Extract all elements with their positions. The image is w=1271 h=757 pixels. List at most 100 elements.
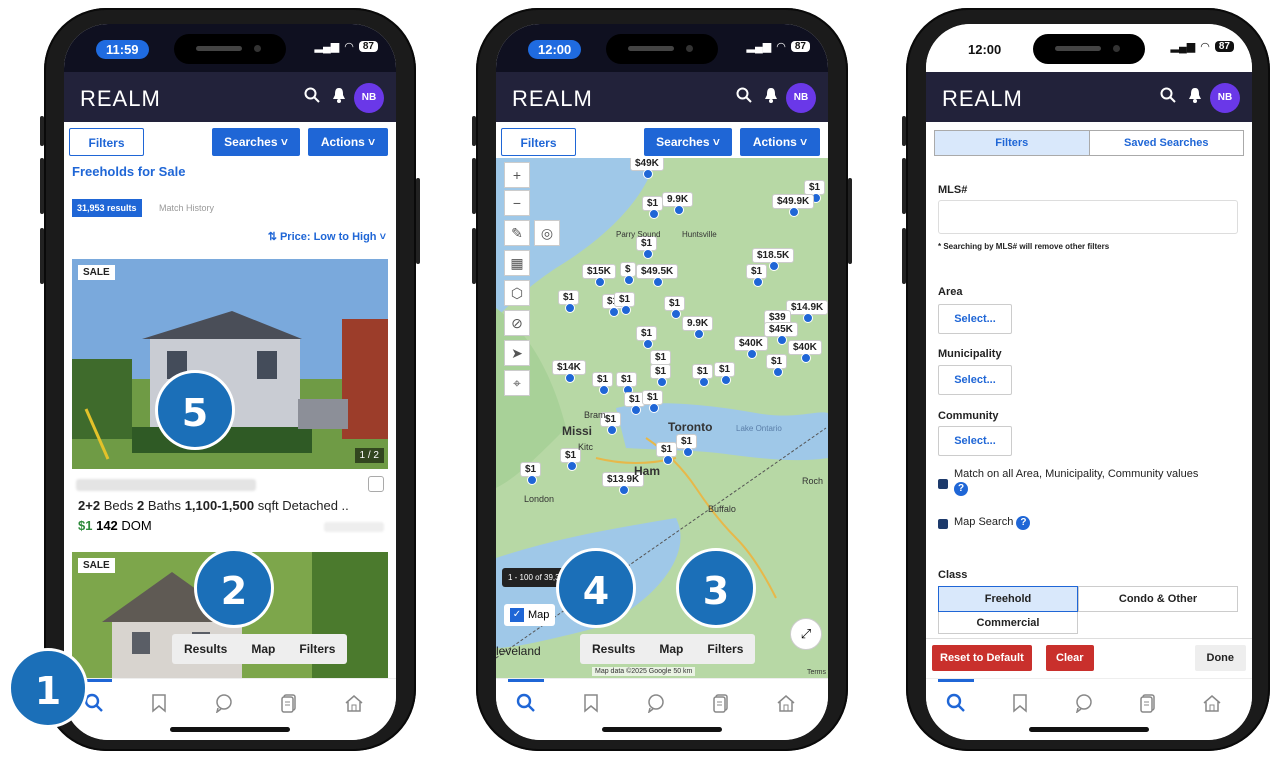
match-all-checkbox[interactable] <box>938 479 948 489</box>
map-pin[interactable]: $1 <box>676 434 698 457</box>
fullscreen-icon[interactable]: ⤢ <box>790 618 822 650</box>
map-pin[interactable]: $1 <box>656 442 678 465</box>
map-pin[interactable]: $18.5K <box>752 248 795 271</box>
bell-icon[interactable] <box>332 87 346 108</box>
realm-logo-2[interactable]: REALM <box>512 86 593 112</box>
clear-button[interactable]: Clear <box>1046 645 1094 671</box>
class-commercial-option[interactable]: Commercial <box>938 612 1078 634</box>
help-icon[interactable]: ? <box>1016 516 1031 530</box>
map-search-toggle[interactable]: ✓ Map <box>504 604 556 626</box>
documents-tab-icon[interactable] <box>277 693 301 717</box>
map-pin[interactable]: $ <box>620 262 636 285</box>
map-search-checkbox[interactable] <box>938 519 948 529</box>
actions-button-2[interactable]: Actions ˅ <box>740 128 820 156</box>
bell-icon[interactable] <box>1188 87 1202 108</box>
map-pin[interactable]: $1 <box>766 354 788 377</box>
zoom-in-button[interactable]: + <box>504 162 530 188</box>
results-view-button[interactable]: Results <box>172 634 239 664</box>
map-pin[interactable]: $1 <box>804 180 826 203</box>
draw-icon[interactable]: ✎ <box>504 220 530 246</box>
map-pin[interactable]: $49K <box>630 158 664 179</box>
class-condo-option[interactable]: Condo & Other <box>1078 586 1238 612</box>
search-tab-icon[interactable] <box>944 693 968 717</box>
map-pin[interactable]: 9.9K <box>662 192 694 215</box>
mls-input[interactable] <box>938 200 1238 234</box>
map-pin[interactable]: $49.5K <box>636 264 679 287</box>
avatar[interactable]: NB <box>354 83 384 113</box>
realm-logo-3[interactable]: REALM <box>942 86 1023 112</box>
class-freehold-option[interactable]: Freehold <box>938 586 1078 612</box>
bookmark-tab-icon[interactable] <box>147 693 171 717</box>
sort-dropdown[interactable]: ⇅ Price: Low to High ˅ <box>268 230 386 243</box>
match-history-tab[interactable]: Match History <box>154 199 219 217</box>
map-pin[interactable]: $14K <box>552 360 586 383</box>
bell-icon[interactable] <box>764 87 778 108</box>
search-icon[interactable] <box>1160 87 1176 108</box>
map-view-button[interactable]: Map <box>239 634 287 664</box>
map-pin[interactable]: $1 <box>520 462 542 485</box>
filters-view-button[interactable]: Filters <box>695 634 755 664</box>
municipality-select[interactable]: Select... <box>938 365 1012 395</box>
filters-button[interactable]: Filters <box>69 128 144 156</box>
map-pin[interactable]: $40K <box>734 336 768 359</box>
home-tab-icon[interactable] <box>1200 693 1224 717</box>
map-pin[interactable]: $40K <box>788 340 822 363</box>
done-button[interactable]: Done <box>1194 645 1246 671</box>
map-terms-link[interactable]: Terms <box>807 669 826 676</box>
map-view[interactable]: $49K $1 9.9K $1 $49.9K $1 $18.5K $1 $15K… <box>496 158 828 678</box>
ban-icon[interactable]: ⊘ <box>504 310 530 336</box>
map-pin[interactable]: $45K <box>764 322 798 345</box>
bookmark-tab-icon[interactable] <box>1008 693 1032 717</box>
filters-button-2[interactable]: Filters <box>501 128 576 156</box>
layers-icon[interactable]: ▦ <box>504 250 530 276</box>
community-select[interactable]: Select... <box>938 426 1012 456</box>
results-view-button[interactable]: Results <box>580 634 647 664</box>
map-pin[interactable]: $1 <box>692 364 714 387</box>
documents-tab-icon[interactable] <box>1136 693 1160 717</box>
chat-tab-icon[interactable] <box>212 693 236 717</box>
polygon-icon[interactable]: ⬡ <box>504 280 530 306</box>
chat-tab-icon[interactable] <box>644 693 668 717</box>
map-pin[interactable]: $1 <box>636 326 658 349</box>
filters-view-button[interactable]: Filters <box>287 634 347 664</box>
reset-to-default-button[interactable]: Reset to Default <box>932 645 1032 671</box>
searches-button-2[interactable]: Searches ˅ <box>644 128 732 156</box>
map-pin[interactable]: $14.9K <box>786 300 828 323</box>
help-icon[interactable]: ? <box>954 482 968 496</box>
map-view-button[interactable]: Map <box>647 634 695 664</box>
map-pin[interactable]: $1 <box>642 196 664 219</box>
navigate-icon[interactable]: ➤ <box>504 340 530 366</box>
map-pin[interactable]: 9.9K <box>682 316 714 339</box>
home-tab-icon[interactable] <box>774 693 798 717</box>
map-pin[interactable]: $1 <box>664 296 686 319</box>
map-pin[interactable]: $1 <box>616 372 638 395</box>
select-listing-checkbox[interactable] <box>368 476 384 492</box>
results-count-badge[interactable]: 31,953 results <box>72 199 142 217</box>
map-pin[interactable]: $1 <box>592 372 614 395</box>
pin-icon[interactable]: ⌖ <box>504 370 530 396</box>
actions-button[interactable]: Actions ˅ <box>308 128 388 156</box>
search-tab-icon[interactable] <box>514 693 538 717</box>
tab-saved-searches[interactable]: Saved Searches <box>1089 131 1243 155</box>
bookmark-tab-icon[interactable] <box>579 693 603 717</box>
zoom-out-button[interactable]: − <box>504 190 530 216</box>
map-pin[interactable]: $1 <box>642 390 664 413</box>
map-pin[interactable]: $49.9K <box>772 194 815 217</box>
map-pin[interactable]: $1 <box>558 290 580 313</box>
map-pin[interactable]: $1 <box>746 264 768 287</box>
listing-photo[interactable]: SALE 1 / 2 <box>72 259 388 469</box>
map-pin[interactable]: $1 <box>650 364 672 387</box>
avatar-3[interactable]: NB <box>1210 83 1240 113</box>
search-icon[interactable] <box>304 87 320 108</box>
documents-tab-icon[interactable] <box>709 693 733 717</box>
locate-icon[interactable]: ◎ <box>534 220 560 246</box>
map-pin[interactable]: $1 <box>650 350 672 373</box>
realm-logo[interactable]: REALM <box>80 86 161 112</box>
chat-tab-icon[interactable] <box>1072 693 1096 717</box>
tab-filters[interactable]: Filters <box>935 131 1090 155</box>
avatar-2[interactable]: NB <box>786 83 816 113</box>
map-pin[interactable]: $1 <box>614 292 636 315</box>
searches-button[interactable]: Searches ˅ <box>212 128 300 156</box>
map-pin[interactable]: $1 <box>714 362 736 385</box>
home-tab-icon[interactable] <box>342 693 366 717</box>
